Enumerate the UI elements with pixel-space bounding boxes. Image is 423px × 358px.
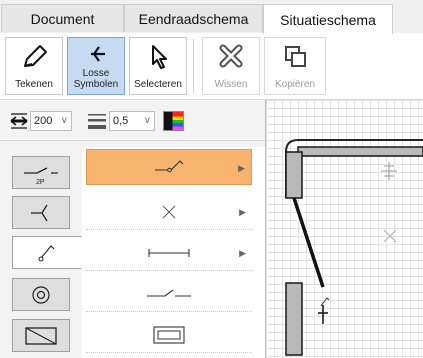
cursor-icon (152, 45, 167, 69)
copy-button-label: Kopiëren (274, 79, 316, 90)
copy-icon (285, 46, 306, 67)
ribbon-divider (193, 39, 194, 93)
size-icon (10, 113, 28, 129)
wall-segment (297, 146, 423, 157)
broken-line-symbol-icon (147, 289, 191, 297)
select-button-label: Selecteren (134, 79, 182, 90)
symbol-item-switch[interactable]: ▶ (86, 149, 252, 185)
switch-icon (38, 244, 55, 261)
copy-button[interactable]: Kopiëren (264, 37, 326, 95)
erase-button[interactable]: Wissen (202, 37, 260, 95)
chevron-down-icon: ∨ (60, 115, 68, 126)
loose-symbols-button-label: Losse Symbolen (73, 68, 119, 90)
door-line (292, 197, 325, 288)
symbol-item-line[interactable]: ▶ (86, 235, 252, 271)
erase-button-label: Wissen (214, 79, 248, 90)
symbol-panel: 200 ∨ 0,5 ∨ 2P ▶ ▶ ▶ (0, 100, 266, 358)
size-select-value: 200 (34, 115, 53, 127)
submenu-arrow-icon: ▶ (238, 163, 245, 173)
category-tab-2p-label: 2P (36, 179, 45, 186)
color-palette-icon[interactable] (163, 111, 184, 131)
symbol-options-row: 200 ∨ 0,5 ∨ (0, 100, 265, 141)
category-tab-socket[interactable] (12, 196, 70, 229)
loose-symbol-icon (91, 46, 105, 62)
loose-symbols-button[interactable]: Losse Symbolen (67, 37, 125, 95)
draw-button-label: Tekenen (15, 79, 53, 90)
crosshair-cursor (318, 305, 328, 324)
submenu-arrow-icon: ▶ (239, 248, 246, 258)
socket-icon (31, 204, 48, 221)
tab-eendraadschema[interactable]: Eendraadschema (124, 4, 263, 32)
line-width-select[interactable]: 0,5 ∨ (109, 111, 155, 131)
symbol-item-broken-line[interactable] (86, 276, 252, 312)
symbol-item-box[interactable] (86, 317, 252, 353)
symbol-list: ▶ ▶ ▶ (82, 147, 265, 358)
box-symbol-icon (153, 325, 185, 344)
tab-situatieschema[interactable]: Situatieschema (263, 4, 393, 34)
cross-symbol-icon (162, 205, 176, 218)
switch-symbol-icon (155, 160, 184, 173)
cross-symbol (383, 229, 397, 243)
drawing-canvas[interactable] (266, 100, 423, 358)
category-tab-switch[interactable] (12, 236, 82, 269)
tab-bar: Document Eendraadschema Situatieschema (0, 0, 423, 34)
symbol-item-cross[interactable]: ▶ (86, 194, 252, 230)
erase-icon (219, 44, 243, 68)
line-width-icon (88, 114, 106, 129)
outlet-circle-icon (32, 285, 50, 304)
wall-segment (285, 151, 303, 199)
draw-button[interactable]: Tekenen (5, 37, 63, 95)
submenu-arrow-icon: ▶ (239, 207, 246, 217)
category-tab-outlet[interactable] (12, 278, 70, 311)
floor-plan-drawing (285, 139, 423, 356)
pencil-icon (24, 45, 47, 67)
category-tab-box[interactable] (12, 319, 70, 352)
lamp-symbol (381, 162, 397, 180)
switch-2p-icon: 2P (24, 166, 58, 186)
select-button[interactable]: Selecteren (129, 37, 187, 95)
tab-document[interactable]: Document (1, 4, 124, 32)
line-symbol-icon (148, 248, 190, 257)
switch-preview (320, 297, 330, 307)
category-tab-2p-switch[interactable]: 2P (12, 156, 70, 189)
chevron-down-icon: ∨ (143, 115, 151, 126)
ribbon-toolbar: Tekenen Losse Symbolen Selecteren Wissen… (0, 33, 423, 100)
rectangle-box-icon (25, 326, 57, 345)
size-select[interactable]: 200 ∨ (30, 111, 72, 131)
wall-segment (285, 282, 303, 356)
line-width-select-value: 0,5 (113, 115, 129, 127)
